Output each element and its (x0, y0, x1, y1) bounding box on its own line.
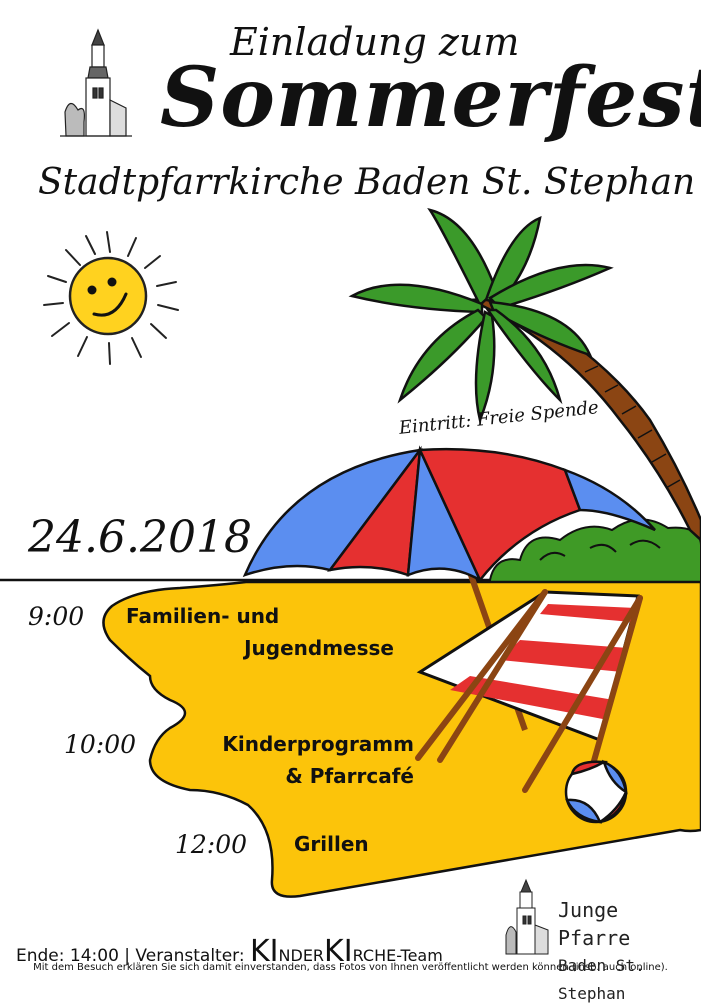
schedule-time-1: 9:00 (28, 602, 85, 631)
logo-line-2: Baden St. Stephan (558, 956, 645, 1003)
event-date: 24.6.2018 (28, 512, 252, 563)
sun-icon (43, 231, 179, 365)
schedule-time-3: 12:00 (175, 830, 248, 859)
logo-church-icon (505, 878, 549, 955)
logo-line-1: Junge Pfarre (558, 898, 631, 950)
schedule-time-2: 10:00 (64, 730, 137, 759)
schedule-event-2-line2: & Pfarrcafé (285, 764, 414, 788)
junge-pfarre-logo: Junge Pfarre Baden St. Stephan (558, 896, 701, 1008)
schedule-event-3: Grillen (294, 832, 369, 856)
schedule-event-2-line1: Kinderprogramm (222, 732, 414, 756)
schedule-event-1: Familien- und Jugendmesse (120, 600, 394, 664)
beach-ball-icon (564, 759, 628, 824)
venue-title: Stadtpfarrkirche Baden St. Stephan (38, 162, 696, 203)
schedule-event-1-line2: Jugendmesse (244, 636, 394, 660)
church-icon (60, 28, 132, 137)
palm-leaves (348, 208, 614, 425)
event-title: Sommerfest (160, 50, 701, 146)
schedule-event-1-line1: Familien- und (126, 604, 280, 628)
schedule-event-2: Kinderprogramm & Pfarrcafé (180, 728, 414, 792)
